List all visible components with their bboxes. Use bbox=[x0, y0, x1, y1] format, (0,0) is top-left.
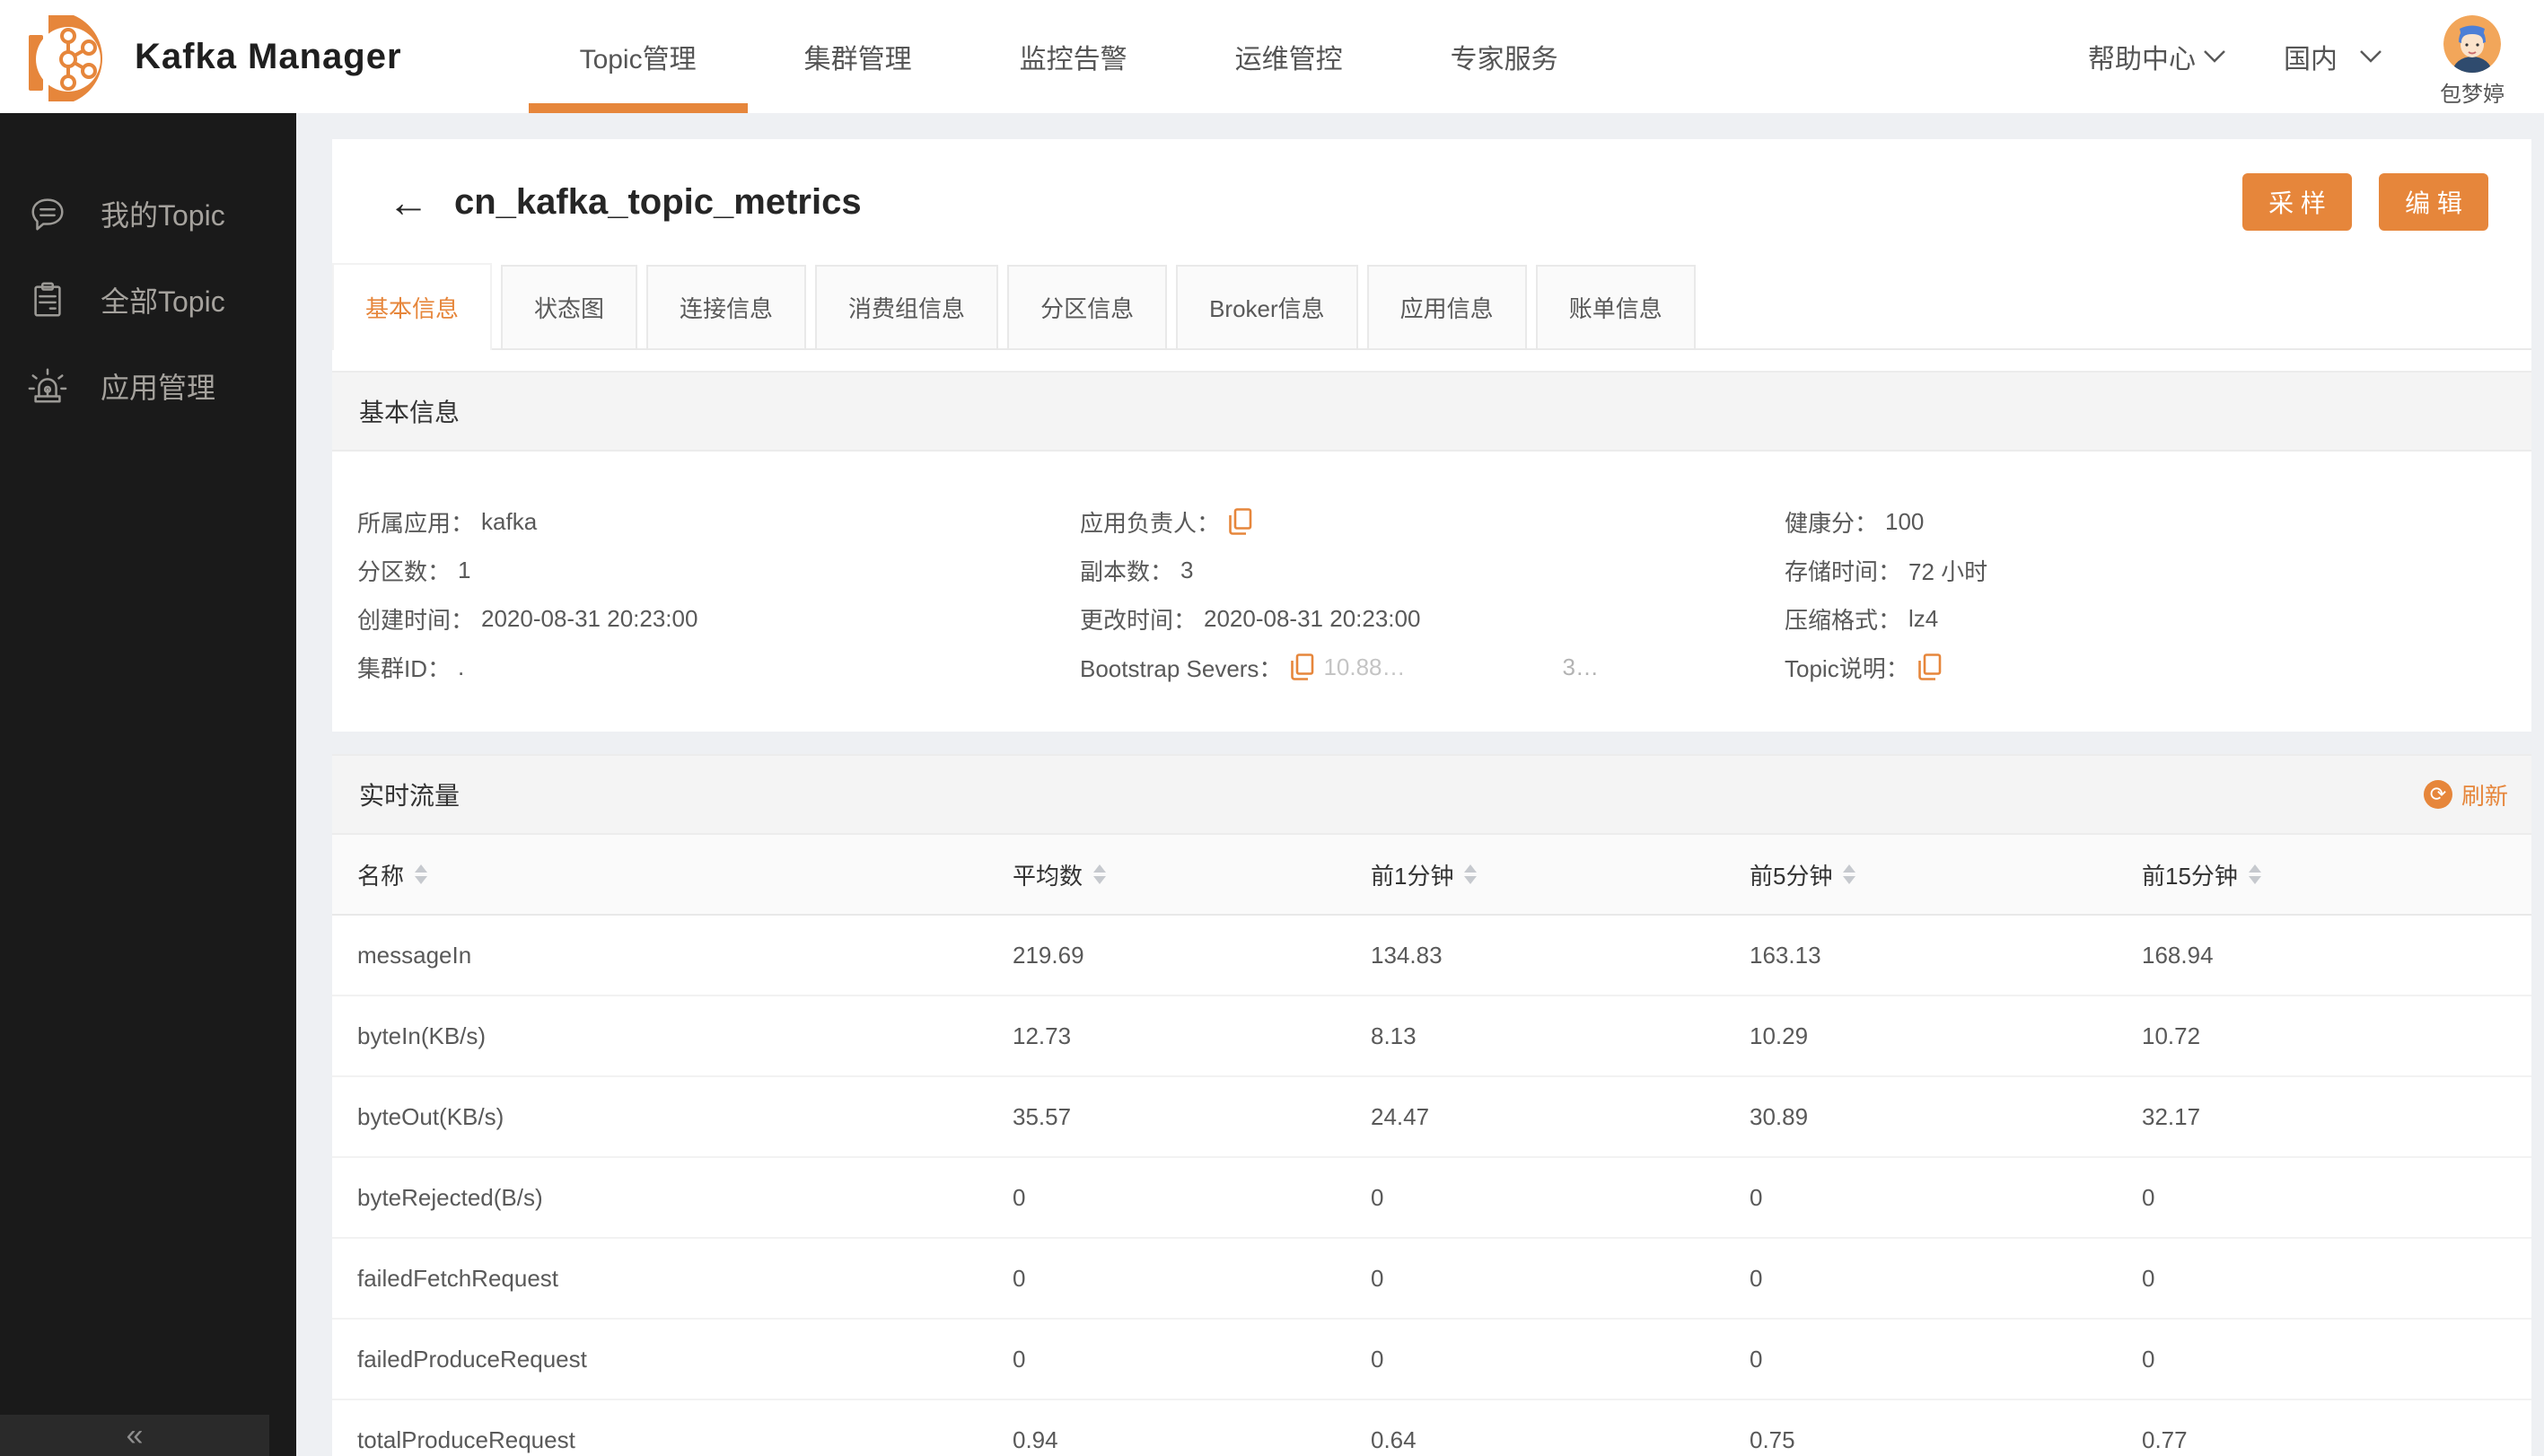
table-row: totalProduceRequest 0.94 0.64 0.75 0.77 bbox=[332, 1400, 2531, 1456]
page-title: cn_kafka_topic_metrics bbox=[454, 181, 862, 222]
user-profile[interactable]: 包梦婷 bbox=[2440, 14, 2505, 108]
table-row: byteIn(KB/s) 12.73 8.13 10.29 10.72 bbox=[332, 996, 2531, 1077]
clipboard-icon bbox=[34, 282, 61, 317]
field-topic-description: Topic说明： bbox=[1785, 643, 2506, 691]
main-content: ← cn_kafka_topic_metrics 采 样 编 辑 基本信息 状态… bbox=[296, 113, 2544, 1456]
sort-icon bbox=[1843, 864, 1856, 884]
field-compression-format: 压缩格式： lz4 bbox=[1785, 604, 1939, 634]
nav-ops-control[interactable]: 运维管控 bbox=[1181, 0, 1397, 113]
chevron-down-icon bbox=[2204, 50, 2225, 63]
chat-icon bbox=[31, 198, 64, 231]
tab-consumer-group-info[interactable]: 消费组信息 bbox=[815, 265, 999, 348]
sidebar-item-my-topic[interactable]: 我的Topic bbox=[0, 171, 296, 257]
column-header-last-1min[interactable]: 前1分钟 bbox=[1371, 858, 1750, 891]
column-header-last-15min[interactable]: 前15分钟 bbox=[2142, 858, 2506, 891]
bootstrap-servers-value-tail: 3… bbox=[1562, 653, 1599, 680]
region-selector[interactable]: 国内 bbox=[2284, 37, 2382, 76]
brand: Kafka Manager bbox=[22, 10, 402, 103]
tab-basic-info[interactable]: 基本信息 bbox=[332, 263, 493, 350]
username: 包梦婷 bbox=[2440, 82, 2505, 107]
field-health-score: 健康分： 100 bbox=[1785, 507, 1925, 537]
field-modify-time: 更改时间： 2020-08-31 20:23:00 bbox=[1080, 604, 1421, 634]
nav-topic-management[interactable]: Topic管理 bbox=[526, 0, 750, 113]
sidebar-collapse-button[interactable]: « bbox=[0, 1415, 269, 1456]
table-row: failedFetchRequest 0 0 0 0 bbox=[332, 1239, 2531, 1320]
back-arrow-icon[interactable]: ← bbox=[388, 181, 429, 223]
sidebar-item-all-topic[interactable]: 全部Topic bbox=[0, 257, 296, 343]
app-title: Kafka Manager bbox=[135, 36, 402, 76]
nav-monitor-alert[interactable]: 监控告警 bbox=[966, 0, 1181, 113]
kafka-manager-logo-icon bbox=[29, 15, 103, 101]
column-header-name[interactable]: 名称 bbox=[357, 858, 1013, 891]
table-row: byteRejected(B/s) 0 0 0 0 bbox=[332, 1158, 2531, 1239]
column-header-last-5min[interactable]: 前5分钟 bbox=[1750, 858, 2142, 891]
field-create-time: 创建时间： 2020-08-31 20:23:00 bbox=[357, 604, 698, 634]
copy-icon[interactable] bbox=[1229, 508, 1252, 535]
sidebar-item-app-management[interactable]: 应用管理 bbox=[0, 343, 296, 429]
sort-icon bbox=[1464, 864, 1478, 884]
realtime-section-header: 实时流量 ⟳ 刷新 bbox=[332, 754, 2531, 835]
refresh-icon: ⟳ bbox=[2423, 780, 2452, 809]
avatar bbox=[2443, 14, 2501, 73]
sort-icon bbox=[1093, 864, 1107, 884]
copy-icon[interactable] bbox=[1291, 653, 1314, 680]
table-row: messageIn 219.69 134.83 163.13 168.94 bbox=[332, 916, 2531, 996]
basic-info-fields: 所属应用： kafka 应用负责人： 健康分： 100 分区数： 1 副本数： bbox=[332, 452, 2531, 691]
sort-icon bbox=[415, 864, 428, 884]
field-cluster-id: 集群ID： . bbox=[357, 653, 465, 682]
help-center-menu[interactable]: 帮助中心 bbox=[2088, 37, 2226, 76]
field-bootstrap-servers: Bootstrap Severs： 10.88… 3… bbox=[1080, 653, 1599, 682]
page-title-row: ← cn_kafka_topic_metrics 采 样 编 辑 bbox=[332, 139, 2531, 265]
table-row: byteOut(KB/s) 35.57 24.47 30.89 32.17 bbox=[332, 1077, 2531, 1158]
copy-icon[interactable] bbox=[1917, 653, 1942, 680]
chevron-down-icon bbox=[2360, 50, 2382, 63]
field-app-owner: 应用负责人： bbox=[1080, 497, 1785, 546]
sample-button[interactable]: 采 样 bbox=[2242, 173, 2352, 231]
sort-icon bbox=[2248, 864, 2261, 884]
nav-cluster-management[interactable]: 集群管理 bbox=[750, 0, 966, 113]
tab-connection-info[interactable]: 连接信息 bbox=[646, 265, 807, 348]
collapse-icon: « bbox=[126, 1417, 144, 1452]
header-right: 帮助中心 国内 包梦婷 bbox=[2088, 6, 2505, 108]
field-partition-count: 分区数： 1 bbox=[357, 556, 471, 585]
edit-button[interactable]: 编 辑 bbox=[2379, 173, 2488, 231]
field-replica-count: 副本数： 3 bbox=[1080, 556, 1194, 585]
app-header: Kafka Manager Topic管理 集群管理 监控告警 运维管控 专家服… bbox=[0, 0, 2544, 113]
siren-icon bbox=[28, 368, 67, 403]
tab-status-chart[interactable]: 状态图 bbox=[501, 265, 638, 348]
refresh-button[interactable]: ⟳ 刷新 bbox=[2423, 778, 2508, 811]
field-owner-app: 所属应用： kafka bbox=[357, 507, 538, 537]
field-retention-time: 存储时间： 72 小时 bbox=[1785, 557, 1988, 585]
column-header-average[interactable]: 平均数 bbox=[1013, 858, 1371, 891]
realtime-table-header: 名称 平均数 前1分钟 前5分钟 前15分钟 bbox=[332, 835, 2531, 916]
tab-partition-info[interactable]: 分区信息 bbox=[1007, 265, 1168, 348]
table-row: failedProduceRequest 0 0 0 0 bbox=[332, 1320, 2531, 1400]
tab-app-info[interactable]: 应用信息 bbox=[1366, 265, 1527, 348]
sidebar: 我的Topic 全部Topic 应用管理 « bbox=[0, 113, 296, 1456]
detail-tabs: 基本信息 状态图 连接信息 消费组信息 分区信息 Broker信息 应用信息 账… bbox=[332, 263, 2531, 350]
top-navigation: Topic管理 集群管理 监控告警 运维管控 专家服务 bbox=[526, 0, 1612, 113]
bootstrap-servers-value: 10.88… bbox=[1323, 653, 1406, 680]
nav-expert-service[interactable]: 专家服务 bbox=[1397, 0, 1612, 113]
basic-info-section-header: 基本信息 bbox=[332, 371, 2531, 452]
tab-bill-info[interactable]: 账单信息 bbox=[1535, 265, 1696, 348]
tab-broker-info[interactable]: Broker信息 bbox=[1176, 265, 1358, 348]
